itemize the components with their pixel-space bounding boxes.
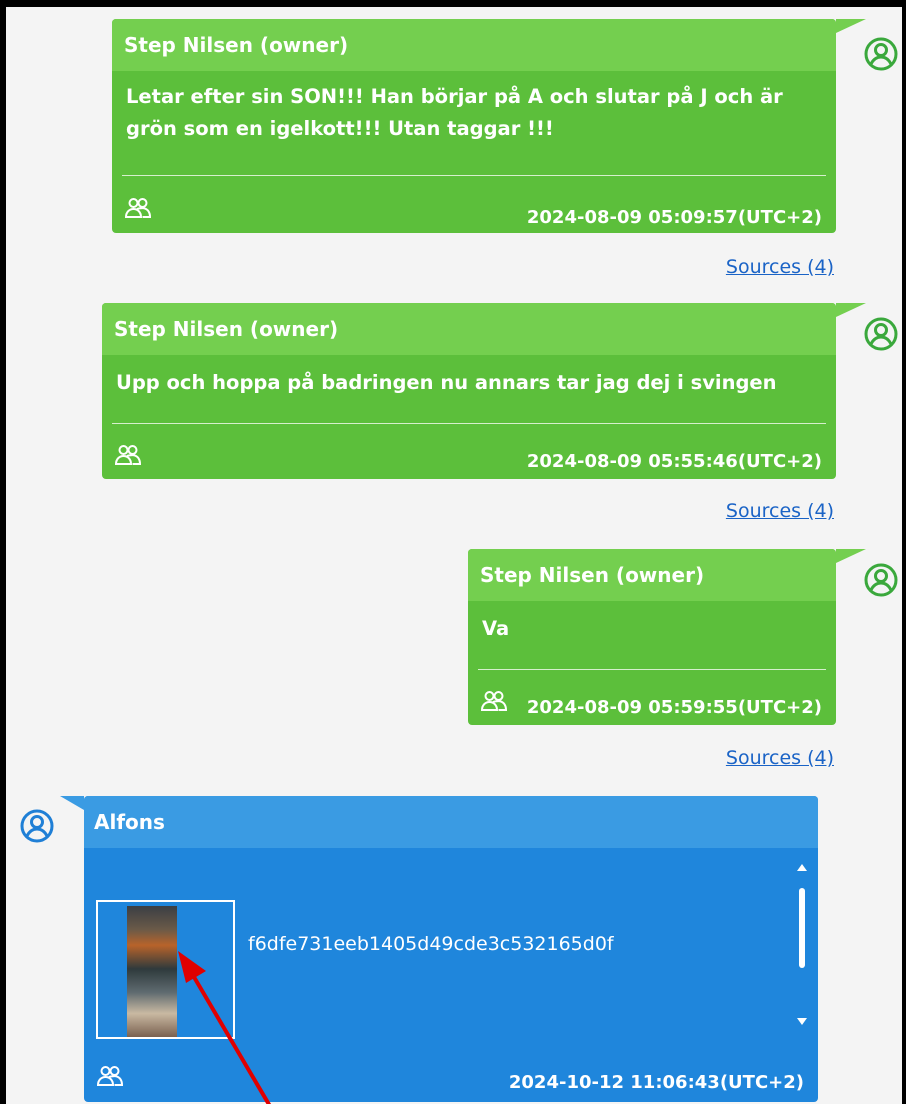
message-text: Letar efter sin SON!!! Han börjar på A o… [126, 85, 783, 140]
group-icon [124, 198, 152, 218]
message-sender: Alfons [84, 796, 818, 848]
message-divider [112, 423, 826, 424]
message-text: Upp och hoppa på badringen nu annars tar… [116, 371, 777, 394]
sources-link[interactable]: Sources (4) [726, 256, 834, 278]
message-timestamp: 2024-08-09 05:55:46(UTC+2) [526, 451, 822, 472]
message-sender: Step Nilsen (owner) [102, 303, 836, 355]
attachment-scrollbar[interactable] [794, 860, 810, 1030]
bubble-tail [836, 549, 866, 563]
user-circle-icon [864, 563, 898, 597]
message-bubble[interactable]: Step Nilsen (owner) Va 2024-08-09 05:59:… [468, 549, 866, 725]
message-timestamp: 2024-08-09 05:59:55(UTC+2) [526, 697, 822, 718]
attachment-name: f6dfe731eeb1405d49cde3c532165d0f [248, 933, 614, 955]
group-icon [96, 1066, 124, 1086]
message-bubble[interactable]: Step Nilsen (owner) Letar efter sin SON!… [112, 19, 866, 233]
bubble-tail [836, 303, 866, 317]
message-divider [122, 175, 826, 176]
user-circle-icon [20, 809, 54, 843]
group-icon [114, 445, 142, 465]
chat-window: Step Nilsen (owner) Letar efter sin SON!… [0, 0, 906, 1104]
group-icon [480, 691, 508, 711]
user-circle-icon [864, 317, 898, 351]
message-timestamp: 2024-08-09 05:09:57(UTC+2) [526, 207, 822, 228]
sources-link[interactable]: Sources (4) [726, 747, 834, 769]
message-timestamp: 2024-10-12 11:06:43(UTC+2) [508, 1072, 804, 1093]
message-divider [478, 669, 826, 670]
user-circle-icon [864, 37, 898, 71]
sources-link[interactable]: Sources (4) [726, 500, 834, 522]
annotation-arrow [178, 951, 272, 1104]
bubble-tail [836, 19, 866, 33]
bubble-tail [60, 796, 84, 810]
message-text: Va [482, 617, 510, 640]
message-bubble[interactable]: Step Nilsen (owner) Upp och hoppa på bad… [102, 303, 866, 479]
message-sender: Step Nilsen (owner) [112, 19, 836, 71]
message-sender: Step Nilsen (owner) [468, 549, 836, 601]
